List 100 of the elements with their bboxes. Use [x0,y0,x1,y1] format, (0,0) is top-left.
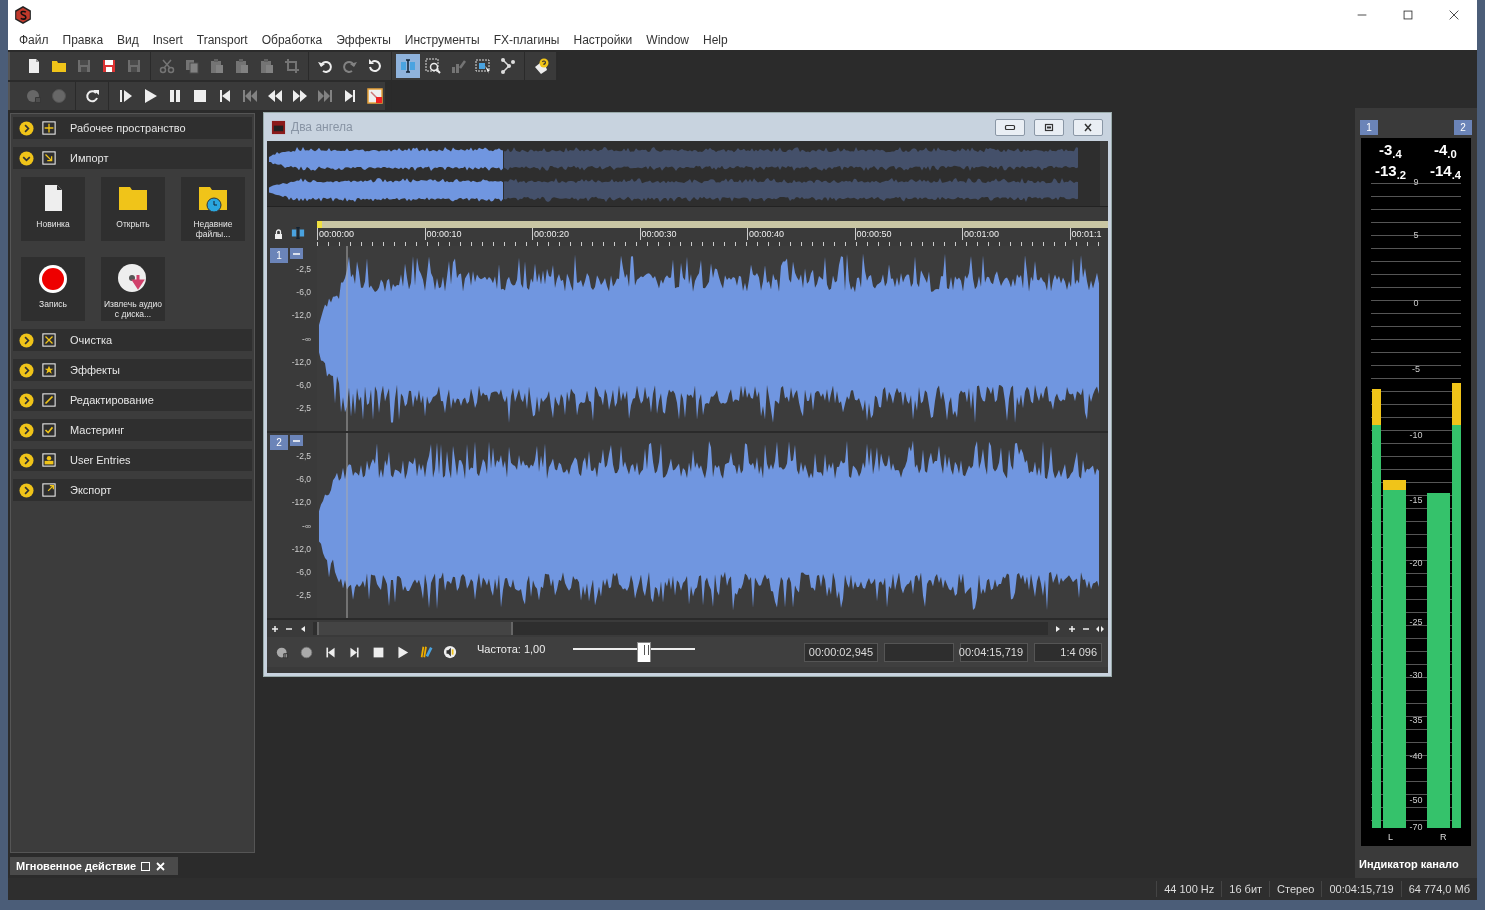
square-icon [42,423,56,437]
channel-button[interactable]: 2 [1454,120,1472,135]
hand-icon [533,58,549,74]
menu-item[interactable]: FX-плагины [486,31,567,49]
nodes-icon [500,58,516,74]
status-item: 16 бит [1221,880,1270,898]
time-field: 00:00:02,945 [804,642,878,662]
channel-button[interactable]: 1 [1360,120,1378,135]
app-logo-icon [14,6,32,24]
rms-reading: -14$_{.4}$ [1430,163,1462,178]
menu-item[interactable]: Help [696,31,735,49]
scale-label: -10 [1408,429,1424,443]
cursor-icon[interactable] [290,226,306,240]
fit-icon[interactable] [1096,624,1104,633]
collapse-button[interactable] [290,435,303,446]
menu-item[interactable]: Transport [189,31,255,49]
select-tool-button[interactable] [396,54,420,78]
menu-item[interactable]: Window [639,31,696,49]
restore-icon [1042,121,1056,133]
status-item: 64 774,0 Мб [1400,880,1477,898]
scissors-icon [159,58,175,74]
section-header[interactable]: Рабочее пространство [13,117,252,139]
section-header[interactable]: Мастеринг [13,419,252,441]
menu-item[interactable]: Обработка [254,31,330,49]
left-arrow-icon[interactable] [299,624,307,633]
collapse-button[interactable] [290,248,303,259]
rms-reading: -13$_{.2}$ [1375,163,1407,178]
scale-label: -25 [1408,616,1424,630]
crop-icon [284,58,300,74]
pause-icon [167,88,183,104]
zoom-in-icon[interactable] [1068,624,1076,633]
window-title: Два ангела [291,119,354,136]
scale-label: -40 [1408,750,1424,764]
close-icon[interactable] [155,860,167,872]
section-header[interactable]: Редактирование [13,389,252,411]
scale-label: -12,0 [291,496,311,509]
channel-button[interactable]: 2 [270,435,288,450]
pencil-icon [419,645,433,659]
scrollbar-thumb[interactable] [317,622,513,635]
clipboard-icon [259,58,275,74]
scale-label: -50 [1408,794,1424,808]
slider-thumb[interactable] [637,641,652,662]
right-arrow-icon[interactable] [1054,624,1062,633]
menu-item[interactable]: Настройки [566,31,640,49]
time-label: 00:00:00 [317,227,425,240]
section-header[interactable]: Очистка [13,329,252,351]
panel-tab[interactable]: Мгновенное действие [10,857,178,875]
person-icon [42,453,56,467]
scale-label: -70 [1408,821,1424,835]
lock-icon[interactable] [273,229,284,240]
time-field: 1:4 096 [1034,642,1102,662]
scale-label: -2,5 [296,449,311,463]
menu-item[interactable]: Insert [145,31,190,49]
minimize-button[interactable] [995,118,1025,136]
restore-button[interactable] [1034,118,1064,136]
clipboard-icon [234,58,250,74]
status-item: 44 100 Hz [1156,880,1222,898]
close-button[interactable] [1073,118,1103,136]
section-label: Очистка [70,332,113,348]
section-label: Редактирование [70,392,154,408]
section-header[interactable]: Эффекты [13,359,252,381]
panel-caption: Индикатор канало [1358,857,1459,872]
disc-icon [117,263,149,293]
recent-files-tile[interactable]: Недавние файлы... [181,177,245,241]
square-icon [42,483,56,497]
record-tile[interactable]: Запись [21,257,85,321]
scale-label: -∞ [302,332,311,345]
square-icon [42,121,56,135]
selection-icon [475,58,491,74]
scale-label: -15 [1408,494,1424,508]
zoom-in-icon[interactable] [271,624,279,633]
menu-item[interactable]: Эффекты [329,31,398,49]
square-icon [42,393,56,407]
status-item: Стерео [1269,880,1322,898]
section-header[interactable]: Импорт [13,147,252,169]
menu-item[interactable]: Инструменты [397,31,487,49]
panel-tab-label: Мгновенное действие [16,858,137,874]
rewind-icon [267,88,283,104]
scale-label: 5 [1412,229,1420,243]
open-file-tile[interactable]: Открыть [101,177,165,241]
time-field: 00:04:15,719 [960,642,1028,662]
channel-label: R [1440,830,1447,844]
new-file-tile[interactable]: Новинка [21,177,85,241]
scale-label: -35 [1408,714,1424,728]
extract-audio-tile[interactable]: Извлечь аудио с диска... [101,257,165,321]
record-icon [299,645,313,659]
close-icon [1447,8,1461,22]
section-label: Эффекты [70,362,120,378]
skip-forward-icon [342,88,358,104]
export-icon [367,88,383,104]
channel-button[interactable]: 1 [270,248,288,263]
menu-item[interactable]: Правка [55,31,111,49]
scale-label: -30 [1408,669,1424,682]
redo-icon [342,58,358,74]
menu-item[interactable]: Вид [110,31,146,49]
menu-item[interactable]: Файл [12,31,56,49]
window-icon[interactable] [140,860,152,872]
section-header[interactable]: User Entries [13,449,252,471]
section-label: Экспорт [70,482,112,498]
section-header[interactable]: Экспорт [13,479,252,501]
